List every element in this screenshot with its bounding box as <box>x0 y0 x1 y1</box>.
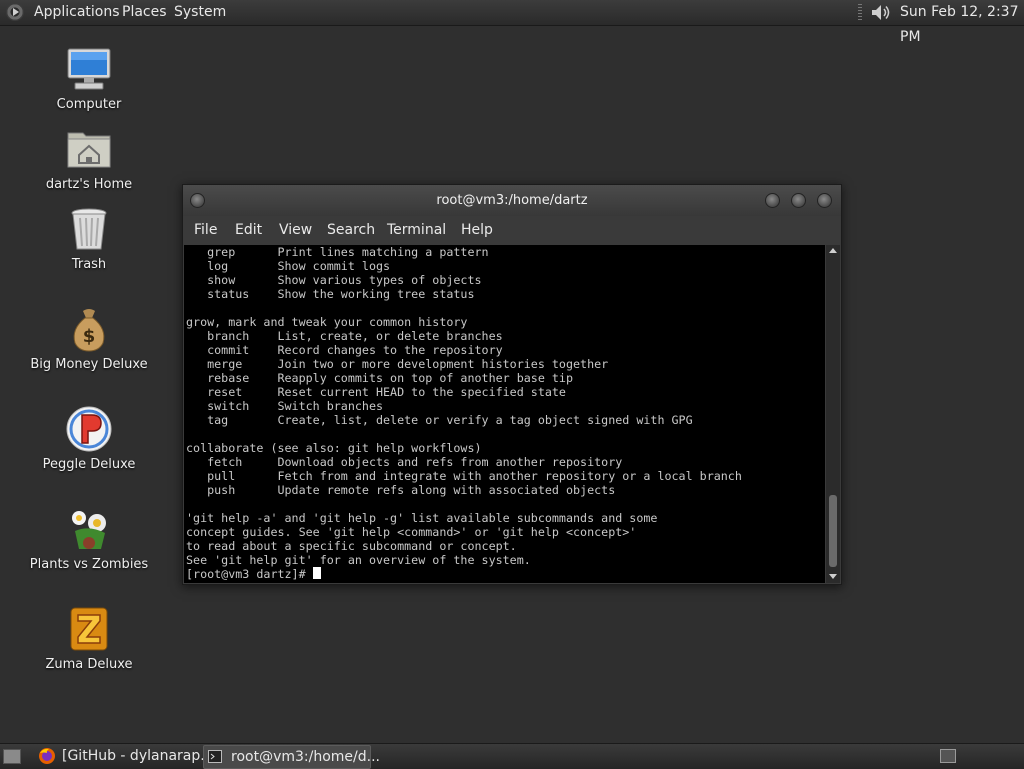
window-title: root@vm3:/home/dartz <box>436 193 588 208</box>
taskbar-terminal-label: root@vm3:/home/d... <box>231 749 380 765</box>
show-desktop-icon[interactable] <box>3 749 21 764</box>
computer-icon <box>65 45 113 93</box>
terminal-line: log Show commit logs <box>186 259 391 273</box>
terminal-line: pull Fetch from and integrate with anoth… <box>186 469 742 483</box>
terminal-line: rebase Reapply commits on top of another… <box>186 371 574 385</box>
workspace-switcher[interactable] <box>940 749 956 763</box>
terminal-line: tag Create, list, delete or verify a tag… <box>186 413 693 427</box>
system-menu[interactable]: System <box>174 0 226 25</box>
svg-text:$: $ <box>83 326 96 347</box>
terminal-scrollbar[interactable] <box>826 245 840 583</box>
gnome-foot-icon[interactable] <box>6 3 24 21</box>
maximize-button[interactable] <box>791 193 806 208</box>
desktop-icon-home[interactable]: dartz's Home <box>24 125 154 192</box>
terminal-line: to read about a specific subcommand or c… <box>186 539 517 553</box>
terminal-line: switch Switch branches <box>186 399 384 413</box>
panel-separator <box>858 4 862 21</box>
terminal-output[interactable]: grep Print lines matching a pattern log … <box>184 245 825 583</box>
terminal-window[interactable]: root@vm3:/home/dartz File Edit View Sear… <box>182 184 842 585</box>
trash-icon <box>65 205 113 253</box>
money-bag-icon: $ <box>65 305 113 353</box>
terminal-line: push Update remote refs along with assoc… <box>186 483 616 497</box>
firefox-icon <box>39 748 55 764</box>
peggle-icon <box>65 405 113 453</box>
clock[interactable]: Sun Feb 12, 2:37 PM <box>900 0 1024 45</box>
terminal-menubar: File Edit View Search Terminal Help <box>183 216 841 245</box>
scroll-thumb[interactable] <box>829 495 837 567</box>
desktop-icon-label: Peggle Deluxe <box>42 457 136 472</box>
menu-view[interactable]: View <box>279 216 312 245</box>
menu-edit[interactable]: Edit <box>235 216 262 245</box>
desktop-icon-label: dartz's Home <box>45 177 133 192</box>
terminal-prompt: [root@vm3 dartz]# <box>186 567 313 581</box>
terminal-line: commit Record changes to the repository <box>186 343 503 357</box>
terminal-line: 'git help -a' and 'git help -g' list ava… <box>186 511 658 525</box>
places-menu[interactable]: Places <box>122 0 167 25</box>
terminal-line: reset Reset current HEAD to the specifie… <box>186 385 566 399</box>
menu-help[interactable]: Help <box>461 216 493 245</box>
menu-search[interactable]: Search <box>327 216 375 245</box>
desktop-icon-label: Big Money Deluxe <box>30 357 148 372</box>
terminal-line: collaborate (see also: git help workflow… <box>186 441 482 455</box>
terminal-text: grep Print lines matching a pattern log … <box>184 245 825 581</box>
desktop-icon-label: Zuma Deluxe <box>45 657 133 672</box>
desktop-icon-label: Plants vs Zombies <box>29 557 149 572</box>
terminal-line: branch List, create, or delete branches <box>186 329 503 343</box>
bottom-panel: [GitHub - dylanarap... root@vm3:/home/d.… <box>0 743 1024 769</box>
terminal-cursor <box>312 567 321 579</box>
home-folder-icon <box>65 125 113 173</box>
terminal-line: show Show various types of objects <box>186 273 482 287</box>
terminal-line: fetch Download objects and refs from ano… <box>186 455 623 469</box>
desktop-icon-plants-zombies[interactable]: Plants vs Zombies <box>24 505 154 572</box>
desktop-icon-label: Trash <box>71 257 107 272</box>
terminal-icon <box>208 750 222 763</box>
terminal-line: concept guides. See 'git help <command>'… <box>186 525 637 539</box>
applications-menu[interactable]: Applications <box>34 0 120 25</box>
top-panel: Applications Places System Sun Feb 12, 2… <box>0 0 1024 45</box>
terminal-line: status Show the working tree status <box>186 287 475 301</box>
zuma-icon <box>65 605 113 653</box>
plants-zombies-icon <box>65 505 113 553</box>
scroll-down-icon[interactable] <box>829 574 837 579</box>
taskbar-item-browser[interactable]: [GitHub - dylanarap... <box>62 745 214 767</box>
close-button[interactable] <box>817 193 832 208</box>
terminal-line: grow, mark and tweak your common history <box>186 315 468 329</box>
terminal-line: See 'git help git' for an overview of th… <box>186 553 531 567</box>
scroll-up-icon[interactable] <box>829 248 837 253</box>
terminal-line: grep Print lines matching a pattern <box>186 245 489 259</box>
desktop-icon-label: Computer <box>56 97 122 112</box>
taskbar-item-terminal[interactable]: root@vm3:/home/d... <box>203 745 380 769</box>
terminal-line: merge Join two or more development histo… <box>186 357 609 371</box>
menu-file[interactable]: File <box>194 216 217 245</box>
menu-terminal[interactable]: Terminal <box>387 216 446 245</box>
desktop-icon-big-money[interactable]: $ Big Money Deluxe <box>24 305 154 372</box>
desktop-icon-peggle[interactable]: Peggle Deluxe <box>24 405 154 472</box>
desktop-icon-computer[interactable]: Computer <box>24 45 154 112</box>
desktop-icon-trash[interactable]: Trash <box>24 205 154 272</box>
minimize-button[interactable] <box>765 193 780 208</box>
volume-icon[interactable] <box>870 3 892 22</box>
desktop-icon-zuma[interactable]: Zuma Deluxe <box>24 605 154 672</box>
